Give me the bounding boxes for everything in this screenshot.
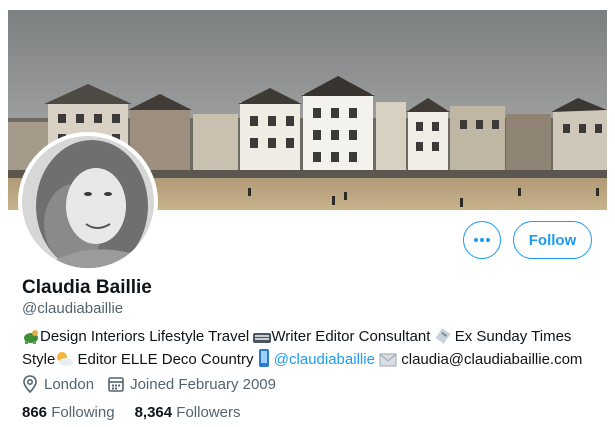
bio-line-1: Design Interiors Lifestyle Travel Writer… xyxy=(22,327,607,349)
profile-handle: @claudiabaillie xyxy=(22,300,124,317)
location-item: London xyxy=(22,375,94,393)
joined-item: Joined February 2009 xyxy=(108,376,276,393)
envelope-emoji-icon xyxy=(379,353,397,372)
bio-mention-link[interactable]: @claudiabaillie xyxy=(274,351,375,368)
following-link[interactable]: 866 Following xyxy=(22,404,115,421)
followers-count: 8,364 xyxy=(134,404,173,421)
bio-text-1: Design Interiors Lifestyle Travel xyxy=(40,328,254,345)
calendar-icon xyxy=(108,377,124,392)
profile-meta: London Joined February 2009 xyxy=(22,375,290,393)
bio-text-5: Editor ELLE Deco Country xyxy=(73,351,258,368)
following-count: 866 xyxy=(22,404,48,421)
bio-email: claudia@claudiabaillie.com xyxy=(397,351,583,368)
profile-bio: Design Interiors Lifestyle Travel Writer… xyxy=(22,327,607,372)
joined-text: Joined February 2009 xyxy=(130,375,276,393)
mobile-phone-emoji-icon xyxy=(258,349,270,372)
bio-text-2: Writer Editor Consultant xyxy=(271,328,435,345)
followers-label: Followers xyxy=(176,404,241,421)
follow-counts: 866 Following 8,364 Followers xyxy=(22,404,260,421)
follow-button-label: Follow xyxy=(528,231,577,249)
bio-line-2: Style Editor ELLE Deco Country @claudiab… xyxy=(22,349,607,372)
location-text: London xyxy=(44,375,95,393)
following-label: Following xyxy=(51,404,115,421)
sun-behind-cloud-emoji-icon xyxy=(55,351,74,372)
bio-text-3: Ex Sunday Times xyxy=(450,328,572,345)
profile-avatar[interactable] xyxy=(18,132,158,272)
more-options-button[interactable] xyxy=(463,221,501,259)
bio-text-4: Style xyxy=(22,351,56,368)
follow-button[interactable]: Follow xyxy=(513,221,592,259)
more-options-icon xyxy=(474,238,490,242)
location-pin-icon xyxy=(23,375,37,393)
display-name: Claudia Baillie xyxy=(22,277,152,298)
followers-link[interactable]: 8,364 Followers xyxy=(135,404,241,421)
turtle-emoji-icon xyxy=(22,328,40,349)
newspaper-emoji-icon xyxy=(435,328,451,349)
keyboard-emoji-icon xyxy=(253,330,272,349)
